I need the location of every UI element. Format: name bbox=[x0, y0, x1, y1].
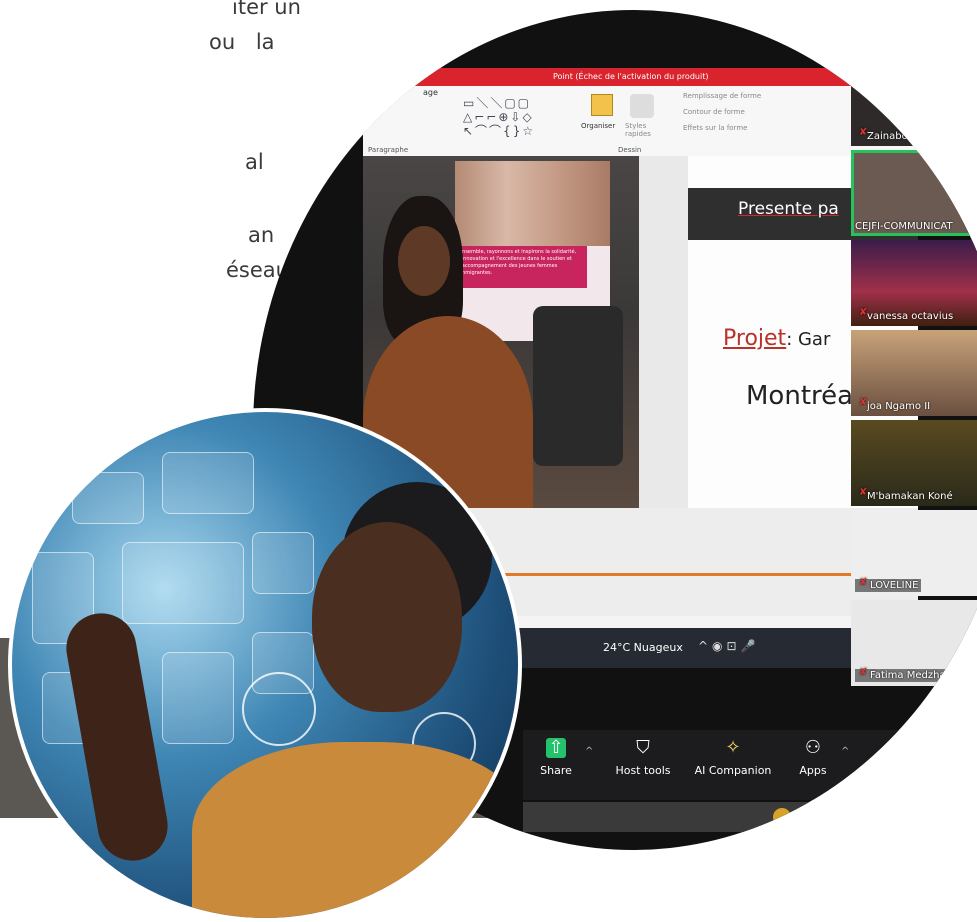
hologram-panel bbox=[72, 472, 144, 524]
styles-icon bbox=[630, 94, 654, 118]
participant-tile-active[interactable]: CEJFI-COMMUNICAT bbox=[851, 150, 977, 236]
styles-rapides-button[interactable]: Styles rapides bbox=[625, 122, 665, 138]
participant-tile[interactable]: ✘ vanessa octavius bbox=[851, 240, 977, 326]
organiser-button[interactable]: Organiser bbox=[581, 122, 615, 130]
apps-button[interactable]: ⚇ Apps bbox=[788, 737, 838, 778]
slide-heading: Presente pa bbox=[738, 199, 839, 219]
app-icon[interactable] bbox=[773, 808, 791, 826]
participant-name: ✘ joa Ngamo II bbox=[859, 397, 931, 412]
muted-mic-icon: ✘ bbox=[859, 307, 868, 318]
participant-name: ✘ M'bamakan Koné bbox=[859, 487, 953, 502]
chair bbox=[533, 306, 623, 466]
participant-tile[interactable]: ✘ LOVELINE bbox=[851, 510, 977, 596]
effects-button[interactable]: Effets sur la forme bbox=[683, 124, 747, 132]
woman-face bbox=[312, 522, 462, 712]
app-icon[interactable] bbox=[893, 808, 911, 826]
woman-sweater bbox=[192, 742, 518, 918]
sparkle-icon: ✧ bbox=[725, 737, 741, 758]
shapes-gallery[interactable]: ▭＼＼▢▢ △⌐⌐⊕⇩◇ ↖⌒⌒{}☆ bbox=[463, 96, 553, 138]
share-button[interactable]: ⇧ Share bbox=[531, 738, 581, 778]
participant-tile[interactable]: ✘ Zainabou Ouedr bbox=[851, 60, 977, 146]
hologram-panel bbox=[162, 652, 234, 744]
muted-mic-icon: ✘ bbox=[859, 127, 868, 138]
muted-mic-icon: ✘ bbox=[859, 667, 868, 678]
share-icon: ⇧ bbox=[546, 738, 566, 758]
more-icon: ⊙ bbox=[885, 737, 901, 758]
group-label-dessin: Dessin bbox=[618, 146, 642, 154]
slide-city: Montréa bbox=[746, 381, 854, 411]
host-tools-button[interactable]: ⛉ Host tools bbox=[603, 737, 683, 778]
muted-mic-icon: ✘ bbox=[859, 577, 868, 588]
apps-options-caret[interactable]: ^ bbox=[841, 746, 849, 757]
hologram-photo-circle bbox=[8, 408, 522, 922]
hologram-panel bbox=[252, 532, 314, 594]
app-icon[interactable] bbox=[853, 808, 871, 826]
share-options-caret[interactable]: ^ bbox=[585, 746, 593, 757]
more-button[interactable]: ⊙ bbox=[873, 738, 913, 764]
participants-panel: ✘ Zainabou Ouedr CEJFI-COMMUNICAT ✘ vaness… bbox=[851, 60, 977, 710]
zoom-toolbar: ⇧ Share ^ ⛉ Host tools ✧ AI Companion ⚇ … bbox=[523, 730, 977, 800]
chevron-down-icon[interactable]: ⌄ bbox=[948, 700, 960, 716]
participant-name: ✘ Fatima Medzhakhe bbox=[855, 667, 967, 682]
shield-icon: ⛉ bbox=[636, 737, 650, 758]
participant-name: ✘ LOVELINE bbox=[855, 577, 922, 592]
project-label: Projet bbox=[723, 326, 787, 351]
ribbon-tab[interactable]: age bbox=[423, 88, 438, 97]
app-icon[interactable] bbox=[813, 808, 831, 826]
outline-button[interactable]: Contour de forme bbox=[683, 108, 745, 116]
ai-companion-button[interactable]: ✧ AI Companion bbox=[688, 737, 778, 778]
fill-button[interactable]: Remplissage de forme bbox=[683, 92, 761, 100]
weather-widget[interactable]: 24°C Nuageux bbox=[603, 641, 683, 654]
hologram-panel bbox=[122, 542, 244, 624]
participant-name: ✘ vanessa octavius bbox=[859, 307, 954, 322]
window-title-bar: Point (Échec de l'activation du produit) bbox=[363, 68, 918, 86]
apps-icon: ⚇ bbox=[804, 737, 822, 758]
hologram-ring bbox=[242, 672, 316, 746]
app-icon[interactable] bbox=[933, 808, 951, 826]
project-text: : Gar bbox=[786, 329, 831, 350]
ribbon: age Paragraphe Dessin ▭＼＼▢▢ △⌐⌐⊕⇩◇ ↖⌒⌒{}☆ … bbox=[363, 86, 918, 157]
group-label-paragraphe: Paragraphe bbox=[368, 146, 409, 154]
participant-tile[interactable]: ✘ joa Ngamo II bbox=[851, 330, 977, 416]
participant-name: ✘ Zainabou Ouedr bbox=[859, 127, 949, 142]
muted-mic-icon: ✘ bbox=[859, 397, 868, 408]
organize-icon bbox=[591, 94, 613, 116]
dock-icons bbox=[523, 802, 977, 832]
participant-tile[interactable]: ✘ M'bamakan Koné bbox=[851, 420, 977, 506]
slide-project-line: Projet: Gar bbox=[723, 326, 830, 351]
system-tray-icons[interactable]: ^◉⊡🎤 bbox=[698, 639, 760, 653]
muted-mic-icon: ✘ bbox=[859, 487, 868, 498]
participant-name: CEJFI-COMMUNICAT bbox=[855, 221, 953, 232]
participant-tile[interactable]: ✘ Fatima Medzhakhe bbox=[851, 600, 977, 686]
hologram-panel bbox=[162, 452, 254, 514]
app-icon[interactable] bbox=[973, 808, 977, 826]
